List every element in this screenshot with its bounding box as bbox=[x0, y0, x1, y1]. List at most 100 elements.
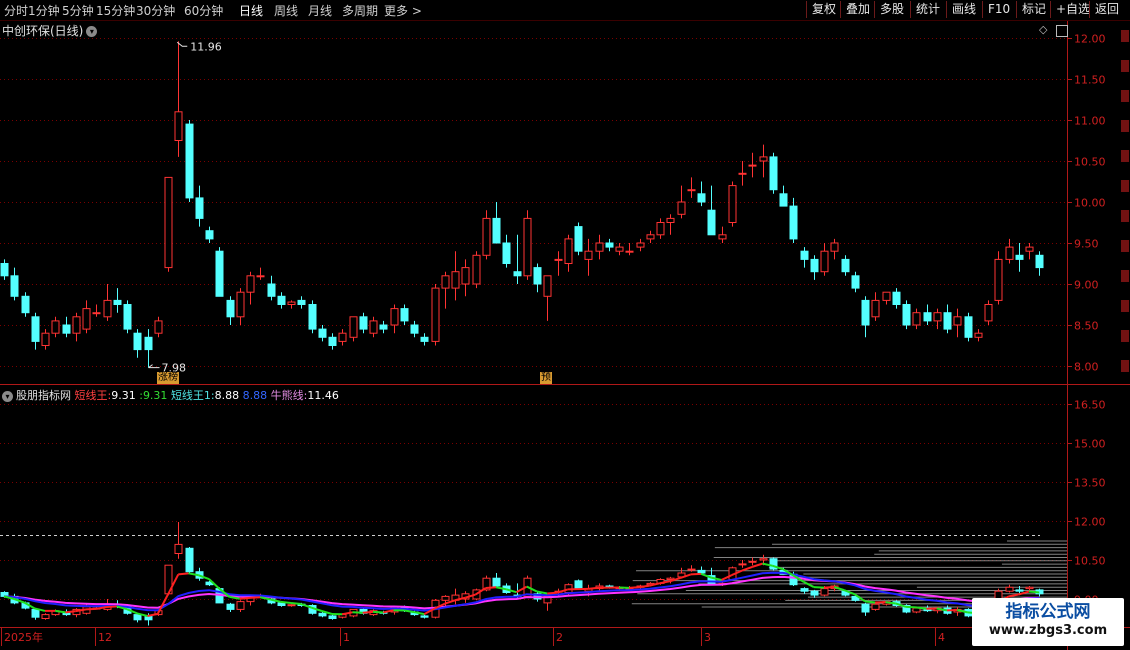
period-tab-5[interactable]: 60分钟 bbox=[184, 2, 223, 19]
short-line-segment bbox=[741, 565, 753, 572]
indicator-candle-body bbox=[1025, 586, 1034, 590]
main-candle-body bbox=[51, 320, 60, 334]
short-line-value: 9.31 bbox=[111, 389, 136, 402]
main-candle-body bbox=[472, 254, 481, 285]
watermark-logo: 指标公式网 www.zbgs3.com bbox=[972, 598, 1124, 646]
toolbar-button-0[interactable]: 复权 bbox=[806, 1, 840, 18]
indicator-candle-body bbox=[236, 601, 245, 610]
toolbar-button-3[interactable]: 统计 bbox=[910, 1, 946, 18]
main-candle-body bbox=[431, 287, 440, 342]
toolbar-button-7[interactable]: +自选 bbox=[1050, 1, 1090, 18]
chevron-down-icon[interactable]: ▾ bbox=[86, 26, 98, 37]
period-tab-8[interactable]: 月线 bbox=[308, 2, 332, 19]
main-candle-body bbox=[123, 304, 132, 330]
main-candle-body bbox=[502, 242, 511, 264]
main-candle-body bbox=[636, 242, 645, 248]
main-candle-body bbox=[554, 258, 563, 261]
chart-canvas[interactable]: 12.00 11.50 11.00 10.50 10.00 9.50 9.00 8.50 8.0… bbox=[0, 0, 1130, 650]
period-tab-3[interactable]: 15分钟 bbox=[96, 2, 135, 19]
xaxis-label: 4 bbox=[938, 631, 945, 644]
period-tab-4[interactable]: 30分钟 bbox=[136, 2, 175, 19]
short-line1 bbox=[3, 571, 1040, 612]
main-candle-body bbox=[718, 234, 727, 240]
indicator-ytick-label: 13.50 bbox=[1074, 477, 1106, 490]
low-annotation-arrow bbox=[148, 364, 160, 369]
indicator-candle-body bbox=[328, 615, 337, 620]
main-candle-body bbox=[933, 312, 942, 322]
short-line-segment bbox=[147, 612, 158, 617]
period-tab-6[interactable]: 日线 bbox=[239, 2, 263, 19]
period-tab-7[interactable]: 周线 bbox=[274, 2, 298, 19]
diamond-icon[interactable]: ◇ bbox=[1039, 23, 1047, 36]
main-candle-body bbox=[144, 336, 153, 351]
toolbar-button-2[interactable]: 多股 bbox=[874, 1, 910, 18]
main-candle-body bbox=[92, 312, 101, 315]
chevron-down-icon[interactable]: ▾ bbox=[2, 390, 13, 402]
indicator-ytick-label: 10.50 bbox=[1074, 555, 1106, 568]
main-candle-body bbox=[21, 295, 30, 314]
main-candle-body bbox=[533, 267, 542, 285]
main-candle-body bbox=[103, 299, 112, 318]
short-line-segment bbox=[751, 562, 763, 568]
bull-bear-label: 牛熊线: bbox=[270, 389, 308, 402]
period-tab-2[interactable]: 5分钟 bbox=[62, 2, 94, 19]
main-candle-body bbox=[338, 332, 347, 342]
toolbar-button-6[interactable]: 标记 bbox=[1016, 1, 1050, 18]
short-line-segment bbox=[536, 590, 548, 595]
main-candle-body bbox=[441, 275, 450, 289]
main-candle-body bbox=[615, 246, 624, 252]
short-line-value-alt: :9.31 bbox=[139, 389, 168, 402]
limit-up-tag[interactable]: 涨榜 bbox=[157, 372, 179, 384]
panel-toggle-icon[interactable] bbox=[1056, 25, 1068, 37]
main-candle-body bbox=[185, 123, 194, 199]
xaxis-label: 3 bbox=[704, 631, 711, 644]
sidebar-glyph bbox=[1121, 150, 1129, 162]
sidebar-glyph bbox=[1121, 120, 1129, 132]
period-tab-0[interactable]: 分时 bbox=[4, 2, 28, 19]
main-candle-body bbox=[830, 242, 839, 252]
main-candle-body bbox=[379, 324, 388, 330]
main-candle-body bbox=[800, 250, 809, 260]
sidebar-glyph bbox=[1121, 60, 1129, 72]
indicator-name: 股朋指标网 bbox=[16, 389, 71, 402]
toolbar-button-1[interactable]: 叠加 bbox=[840, 1, 874, 18]
short-line-segment bbox=[280, 600, 292, 605]
indicator-candle-body bbox=[277, 602, 286, 607]
main-ytick-label: 8.00 bbox=[1074, 361, 1099, 374]
main-candle-body bbox=[82, 308, 91, 330]
main-candle-body bbox=[195, 197, 204, 219]
main-candle-body bbox=[287, 301, 296, 306]
period-toolbar: 分时 1分钟 5分钟 15分钟 30分钟 60分钟 日线 周线 月线 多周期 更多 > 复权 叠加 多股统… bbox=[0, 0, 1130, 21]
main-candle-body bbox=[359, 316, 368, 330]
period-tab-10[interactable]: 更多 > bbox=[384, 2, 422, 19]
main-candle-body bbox=[759, 156, 768, 162]
main-candle-body bbox=[31, 316, 40, 342]
sidebar-glyph bbox=[1121, 30, 1129, 42]
sidebar-glyph bbox=[1121, 240, 1129, 252]
sidebar-glyph bbox=[1121, 270, 1129, 282]
bull-bear-value: 11.46 bbox=[307, 389, 339, 402]
toolbar-button-5[interactable]: F10 bbox=[982, 1, 1016, 18]
indicator-candle-body bbox=[174, 543, 183, 555]
main-candle-body bbox=[72, 316, 81, 334]
indicator-candle-body bbox=[759, 558, 768, 561]
period-tab-1[interactable]: 1分钟 bbox=[28, 2, 60, 19]
main-ytick-label: 10.00 bbox=[1074, 197, 1106, 210]
short-line-segment bbox=[1008, 593, 1019, 598]
short-line-segment bbox=[629, 586, 640, 589]
short-line-segment bbox=[106, 605, 117, 609]
toolbar-button-8[interactable]: 返回 bbox=[1089, 1, 1130, 18]
period-tab-9[interactable]: 多周期 bbox=[342, 2, 378, 19]
indicator-candle-body bbox=[861, 603, 870, 613]
main-candle-body bbox=[584, 250, 593, 260]
pre-tag[interactable]: 预 bbox=[540, 372, 552, 384]
main-candle-body bbox=[369, 320, 378, 334]
main-candle-body bbox=[1035, 254, 1044, 269]
short-line-segment bbox=[916, 606, 927, 610]
main-candle-body bbox=[267, 283, 276, 297]
short-line-label: 短线王: bbox=[74, 389, 112, 402]
xaxis-label: 2 bbox=[556, 631, 563, 644]
main-candle-body bbox=[390, 308, 399, 326]
toolbar-button-4[interactable]: 画线 bbox=[946, 1, 982, 18]
main-candle-body bbox=[400, 308, 409, 322]
